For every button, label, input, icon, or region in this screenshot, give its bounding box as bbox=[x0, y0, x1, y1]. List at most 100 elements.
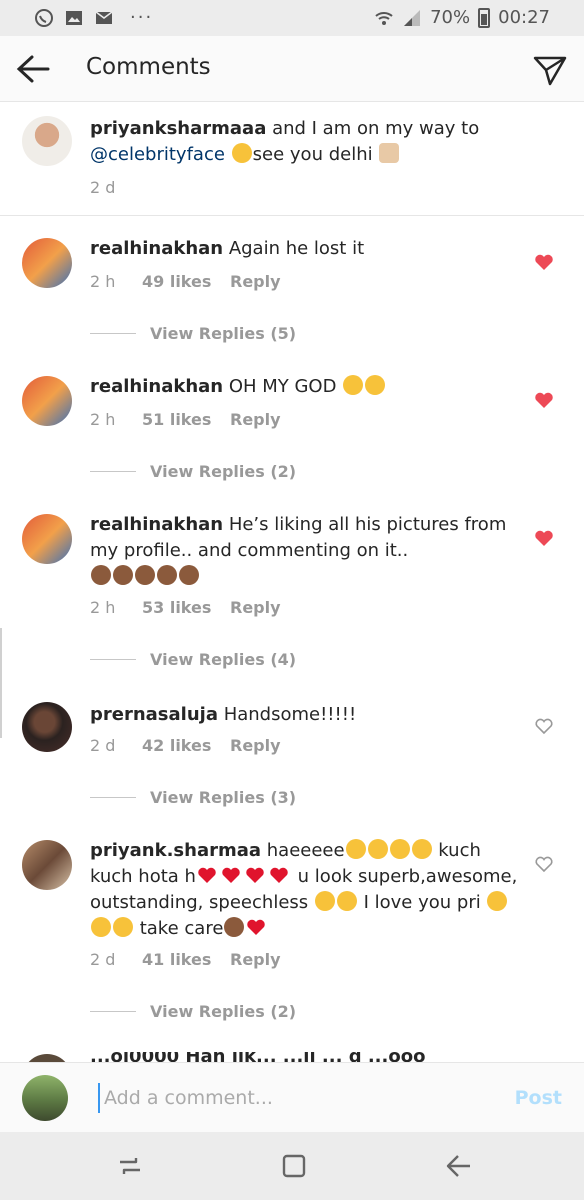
comment-time: 2 h bbox=[90, 272, 116, 291]
divider bbox=[90, 333, 136, 334]
divider bbox=[90, 471, 136, 472]
comment-body: OH MY GOD bbox=[223, 376, 337, 397]
view-replies-button[interactable]: View Replies (2) bbox=[90, 1002, 296, 1021]
comment-likes[interactable]: 42 likes bbox=[142, 736, 230, 755]
caption-text: priyanksharmaaa and I am on my way to @c… bbox=[90, 116, 520, 168]
heart-filled-icon[interactable] bbox=[534, 390, 554, 410]
zipper-mouth-emoji-icon bbox=[336, 891, 357, 911]
reply-button[interactable]: Reply bbox=[230, 950, 281, 969]
battery-icon bbox=[478, 7, 491, 28]
comment-meta: 2 d 41 likes Reply bbox=[90, 950, 281, 969]
heart-filled-icon[interactable] bbox=[534, 528, 554, 548]
caption-username[interactable]: priyanksharmaaa bbox=[90, 118, 266, 139]
view-replies-button[interactable]: View Replies (4) bbox=[90, 650, 296, 669]
view-replies-label: View Replies (5) bbox=[150, 324, 297, 343]
comment-likes[interactable]: 53 likes bbox=[142, 598, 230, 617]
avatar[interactable] bbox=[22, 238, 72, 288]
caption-time: 2 d bbox=[90, 178, 116, 197]
heart-outline-icon[interactable] bbox=[534, 716, 554, 736]
comment-likes[interactable]: 41 likes bbox=[142, 950, 230, 969]
see-no-evil-monkey-emoji-icon bbox=[135, 565, 155, 585]
view-replies-label: View Replies (2) bbox=[150, 1002, 297, 1021]
sunglasses-emoji-icon bbox=[231, 143, 252, 163]
wifi-icon bbox=[375, 11, 393, 25]
comment-likes[interactable]: 49 likes bbox=[142, 272, 230, 291]
comment-body: take care bbox=[134, 918, 224, 939]
comment-text: realhinakhan OH MY GOD bbox=[90, 374, 520, 400]
comment-body: haeeeee bbox=[261, 840, 345, 861]
comment-username[interactable]: realhinakhan bbox=[90, 376, 223, 397]
see-no-evil-monkey-emoji-icon bbox=[113, 565, 133, 585]
heart-filled-icon[interactable] bbox=[534, 252, 554, 272]
heart-eyes-emoji-icon bbox=[389, 839, 410, 859]
view-replies-button[interactable]: View Replies (5) bbox=[90, 324, 296, 343]
heart-eyes-emoji-icon bbox=[367, 839, 388, 859]
man-emoji-icon bbox=[379, 143, 400, 163]
see-no-evil-monkey-emoji-icon bbox=[179, 565, 199, 585]
caption-mention[interactable]: @celebrityface bbox=[90, 144, 225, 165]
partial-comment: ...ol0000 Hah lik... ...ll ... d ...ooo bbox=[0, 1052, 584, 1062]
view-replies-label: View Replies (4) bbox=[150, 650, 297, 669]
caption-meta: 2 d bbox=[90, 178, 142, 197]
comment-meta: 2 h 49 likes Reply bbox=[90, 272, 281, 291]
avatar[interactable] bbox=[22, 376, 72, 426]
red-heart-emoji-icon bbox=[221, 865, 243, 885]
status-left: ··· bbox=[34, 8, 153, 28]
see-no-evil-monkey-emoji-icon bbox=[91, 565, 111, 585]
red-heart-emoji-icon bbox=[246, 917, 268, 937]
comment-body: Again he lost it bbox=[223, 238, 365, 259]
direct-send-icon[interactable] bbox=[532, 52, 568, 88]
status-right: 70% 00:27 bbox=[374, 7, 550, 28]
astonished-emoji-icon bbox=[343, 375, 364, 395]
comment-time: 2 h bbox=[90, 598, 116, 617]
view-replies-button[interactable]: View Replies (3) bbox=[90, 788, 296, 807]
clock: 00:27 bbox=[498, 7, 550, 28]
arrow-left-icon[interactable] bbox=[14, 52, 52, 86]
heart-eyes-emoji-icon bbox=[411, 839, 432, 859]
see-no-evil-monkey-emoji-icon bbox=[224, 917, 245, 937]
view-replies-label: View Replies (2) bbox=[150, 462, 297, 481]
home-icon[interactable] bbox=[280, 1152, 308, 1180]
avatar[interactable] bbox=[22, 840, 72, 890]
reply-button[interactable]: Reply bbox=[230, 736, 281, 755]
red-heart-emoji-icon bbox=[269, 865, 291, 885]
comment-likes[interactable]: 51 likes bbox=[142, 410, 230, 429]
red-heart-emoji-icon bbox=[245, 865, 267, 885]
avatar[interactable] bbox=[22, 1075, 68, 1121]
kissing-emoji-icon bbox=[91, 917, 111, 937]
divider bbox=[90, 659, 136, 660]
comment-input[interactable] bbox=[98, 1083, 488, 1113]
scroll-indicator[interactable] bbox=[0, 628, 4, 738]
comment-body: I love you pri bbox=[357, 892, 481, 913]
comment-text: realhinakhan He’s liking all his picture… bbox=[90, 512, 520, 590]
comment-username[interactable]: prernasaluja bbox=[90, 704, 218, 725]
avatar[interactable] bbox=[22, 1054, 72, 1062]
comment-username[interactable]: realhinakhan bbox=[90, 238, 223, 259]
comment-time: 2 h bbox=[90, 410, 116, 429]
comment-input-bar: Post bbox=[0, 1062, 584, 1132]
avatar[interactable] bbox=[22, 116, 72, 166]
back-icon[interactable] bbox=[444, 1152, 472, 1180]
view-replies-label: View Replies (3) bbox=[150, 788, 297, 807]
heart-outline-icon[interactable] bbox=[534, 854, 554, 874]
battery-percent: 70% bbox=[430, 7, 471, 28]
recent-apps-icon[interactable] bbox=[116, 1152, 144, 1180]
reply-button[interactable]: Reply bbox=[230, 272, 281, 291]
reply-button[interactable]: Reply bbox=[230, 598, 281, 617]
caption-text-end: see you delhi bbox=[252, 144, 373, 165]
divider bbox=[90, 797, 136, 798]
post-button[interactable]: Post bbox=[515, 1087, 562, 1109]
comment-text: priyank.sharmaa haeeeee kuch kuch hota h… bbox=[90, 838, 520, 942]
comment-username[interactable]: priyank.sharmaa bbox=[90, 840, 261, 861]
comment-body: Handsome!!!!! bbox=[217, 704, 357, 725]
kissing-emoji-icon bbox=[487, 891, 508, 911]
reply-button[interactable]: Reply bbox=[230, 410, 281, 429]
avatar[interactable] bbox=[22, 702, 72, 752]
comment-meta: 2 h 51 likes Reply bbox=[90, 410, 281, 429]
comment-username[interactable]: realhinakhan bbox=[90, 514, 223, 535]
system-nav-bar bbox=[0, 1132, 584, 1200]
avatar[interactable] bbox=[22, 514, 72, 564]
status-bar: ··· 70% 00:27 bbox=[0, 0, 584, 36]
view-replies-button[interactable]: View Replies (2) bbox=[90, 462, 296, 481]
post-caption: priyanksharmaaa and I am on my way to @c… bbox=[0, 102, 584, 216]
